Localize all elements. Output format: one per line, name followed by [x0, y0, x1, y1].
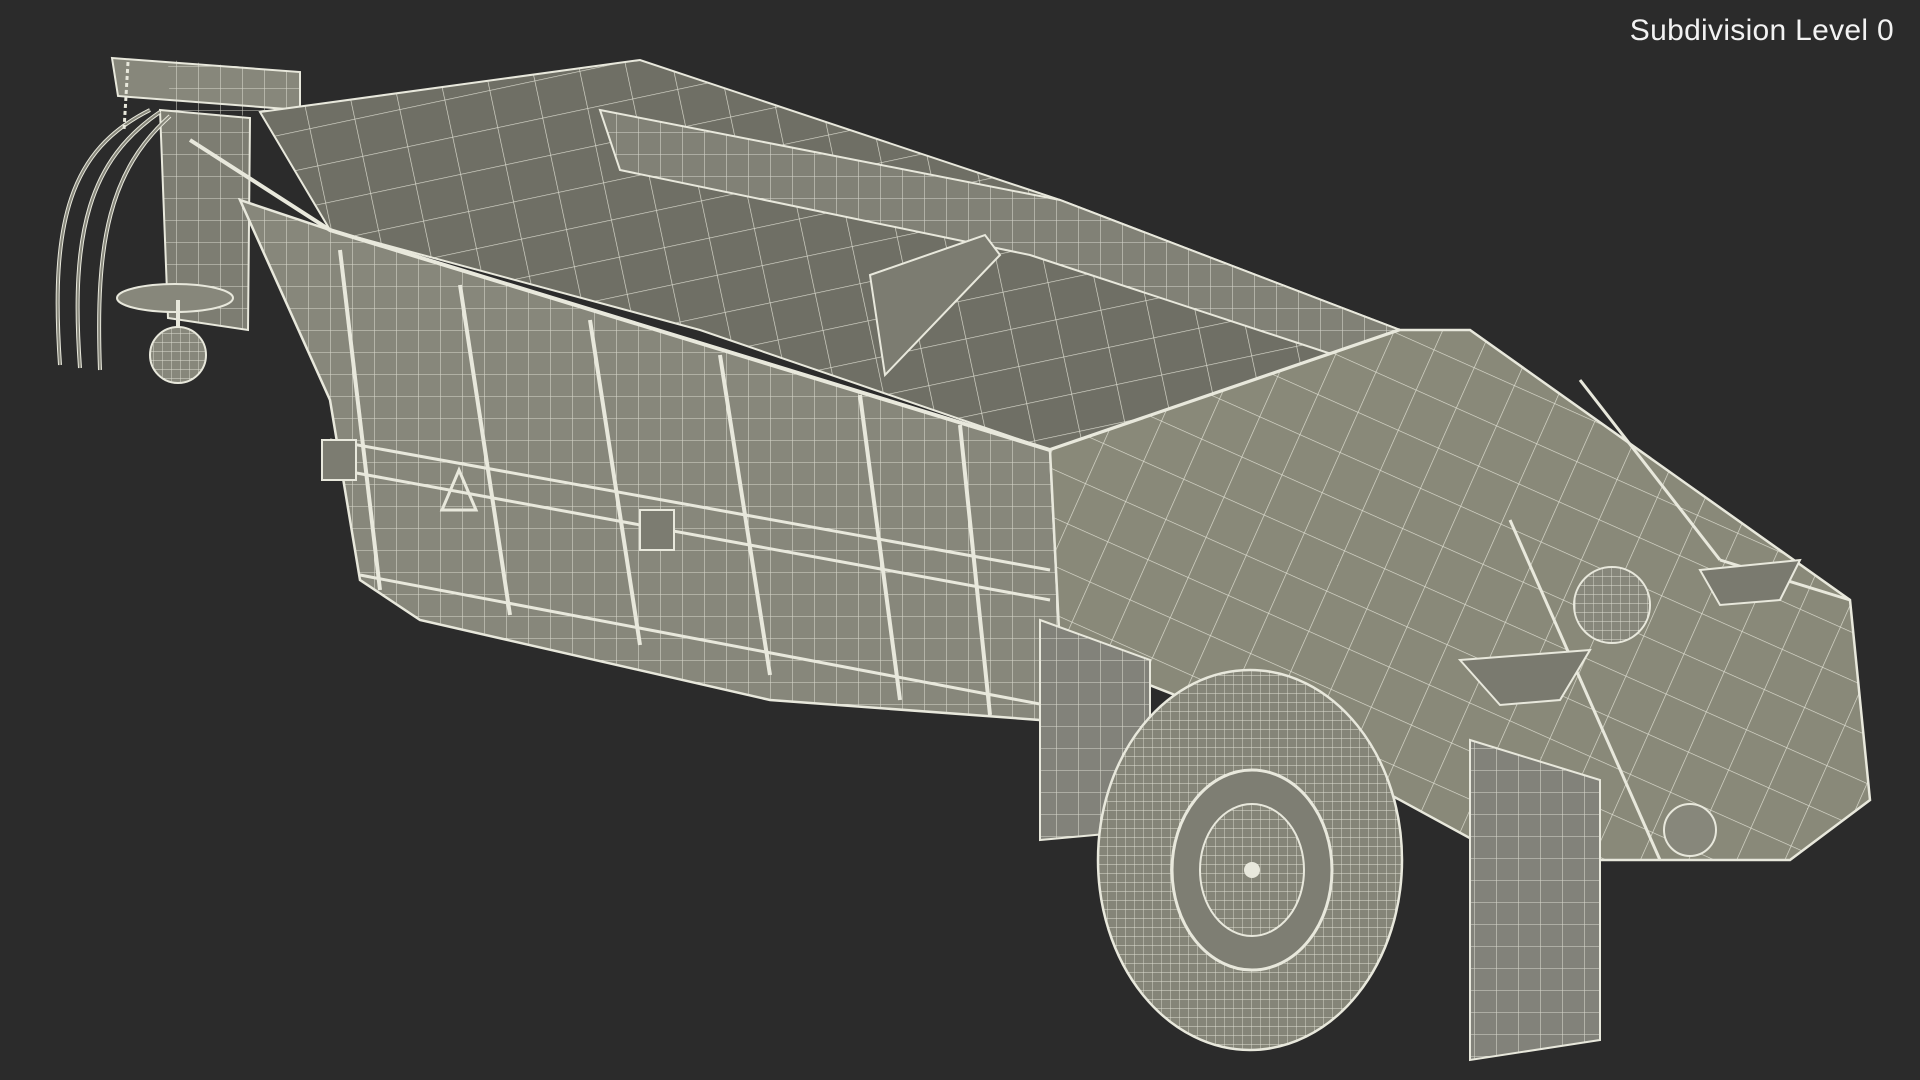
- wheel: [1096, 668, 1404, 1052]
- wireframe-trailer-render: [55, 56, 1872, 1062]
- subdivision-level-label: Subdivision Level 0: [1629, 14, 1894, 47]
- render-viewport: Subdivision Level 0: [0, 0, 1920, 1080]
